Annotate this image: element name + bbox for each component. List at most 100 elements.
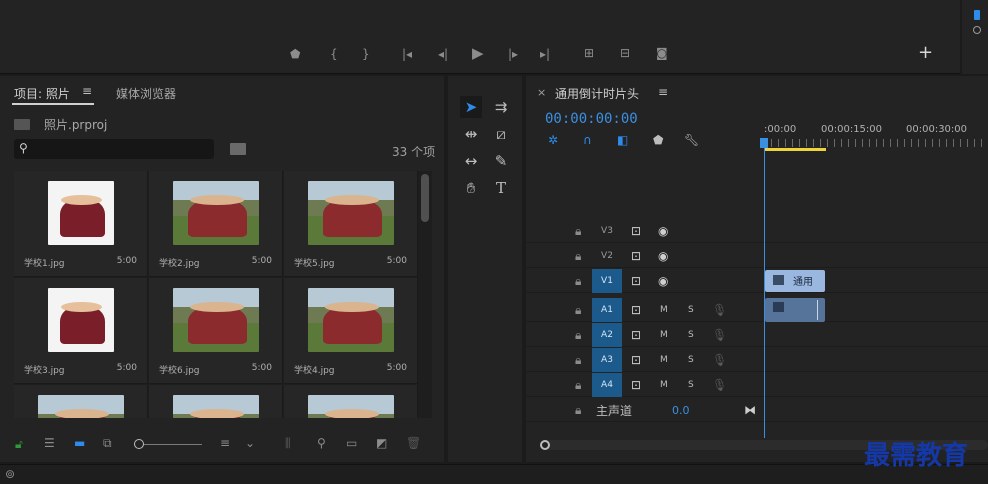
search-input[interactable]: ⚲ (14, 139, 214, 159)
toggle-sync-lock-icon[interactable]: ⊡ (631, 250, 641, 262)
new-bin-icon[interactable] (230, 143, 246, 155)
mute-button[interactable]: M (660, 305, 668, 315)
lock-icon[interactable]: 🔒︎ (575, 275, 581, 287)
new-bin-button-icon[interactable]: ▭ (346, 437, 357, 449)
eye-icon[interactable]: ◉ (658, 275, 668, 287)
sort-icon[interactable]: ≡ (220, 437, 230, 449)
work-area-bar[interactable] (764, 148, 826, 151)
out-point-icon[interactable]: } (362, 48, 370, 60)
zoom-slider-knob[interactable] (134, 439, 144, 449)
microphone-icon[interactable]: 🎙︎ (712, 304, 727, 316)
lock-icon[interactable]: 🔒︎ (575, 250, 581, 262)
media-item[interactable]: 学校1.jpg 5:00 (14, 171, 148, 277)
chevron-down-icon[interactable]: ⌄ (245, 437, 255, 449)
media-thumbnail[interactable] (48, 288, 114, 352)
project-menu-icon[interactable]: ≡ (82, 84, 92, 98)
hand-tool-icon[interactable]: ✋︎ (460, 177, 482, 199)
new-item-icon[interactable]: ◩ (376, 437, 387, 449)
toggle-sync-lock-icon[interactable]: ⊡ (631, 225, 641, 237)
audio-clip[interactable] (765, 298, 825, 322)
timecode-display[interactable]: 00:00:00:00 (545, 111, 638, 127)
export-frame-icon[interactable]: ◙ (656, 47, 668, 59)
step-forward-icon[interactable]: |▸ (508, 48, 518, 60)
playhead-handle[interactable] (760, 138, 768, 148)
lift-icon[interactable]: ⊞ (584, 47, 594, 59)
mute-button[interactable]: M (660, 330, 668, 340)
sync-icon[interactable]: ⊚ (5, 468, 15, 480)
lock-icon[interactable]: 🔒︎ (575, 404, 581, 416)
lock-icon[interactable] (974, 10, 980, 20)
media-thumbnail[interactable] (48, 181, 114, 245)
extract-icon[interactable]: ⊟ (620, 47, 630, 59)
tab-project[interactable]: 项目: 照片 (14, 85, 70, 102)
tab-media-browser[interactable]: 媒体浏览器 (116, 85, 176, 102)
scroll-knob[interactable] (540, 440, 550, 450)
grid-scrollbar[interactable] (421, 174, 429, 222)
mute-button[interactable]: M (660, 355, 668, 365)
track-name[interactable]: A4 (592, 373, 622, 397)
media-item[interactable] (284, 385, 418, 418)
list-view-icon[interactable]: ☰ (44, 437, 55, 449)
play-icon[interactable]: ▶ (472, 46, 484, 61)
eye-icon[interactable]: ◉ (658, 250, 668, 262)
track-name[interactable]: A1 (592, 298, 622, 322)
toggle-sync-lock-icon[interactable]: ⊡ (631, 379, 641, 391)
meter-knob-icon[interactable] (973, 26, 981, 34)
automate-sequence-icon[interactable]: ⫼ (285, 437, 291, 449)
find-icon[interactable]: ⚲ (317, 437, 326, 449)
type-tool-icon[interactable]: T (490, 177, 512, 199)
mute-button[interactable]: M (660, 380, 668, 390)
media-item[interactable] (149, 385, 283, 418)
pen-tool-icon[interactable]: ✎ (490, 150, 512, 172)
go-to-out-icon[interactable]: ▸| (540, 48, 550, 60)
track-name[interactable]: V3 (592, 219, 622, 243)
track-name[interactable]: V2 (592, 244, 622, 268)
toggle-sync-lock-icon[interactable]: ⊡ (631, 275, 641, 287)
track-select-tool-icon[interactable]: ⇉ (490, 96, 512, 118)
media-item[interactable]: 学校6.jpg 5:00 (149, 278, 283, 384)
in-point-icon[interactable]: { (330, 48, 338, 60)
icon-view-icon[interactable]: ▬ (74, 437, 85, 449)
selection-tool-icon[interactable]: ➤ (460, 96, 482, 118)
freeform-view-icon[interactable]: ⧉ (103, 437, 112, 449)
wrench-icon[interactable]: 🔧︎ (684, 134, 699, 146)
zoom-slider[interactable] (134, 444, 202, 445)
solo-button[interactable]: S (688, 380, 694, 390)
timeline-menu-icon[interactable]: ≡ (658, 85, 668, 99)
step-back-icon[interactable]: ◂| (438, 48, 448, 60)
track-name[interactable]: V1 (592, 269, 622, 293)
media-item[interactable]: 学校4.jpg 5:00 (284, 278, 418, 384)
solo-button[interactable]: S (688, 305, 694, 315)
media-item[interactable]: 学校2.jpg 5:00 (149, 171, 283, 277)
media-thumbnail[interactable] (308, 395, 394, 418)
lock-icon[interactable]: 🔒︎ (575, 225, 581, 237)
marker-icon[interactable]: ⬟ (290, 48, 300, 60)
trash-icon[interactable]: 🗑︎ (406, 437, 421, 449)
razor-tool-icon[interactable]: ⧄ (490, 123, 512, 145)
snap-icon[interactable]: ✲ (548, 134, 558, 146)
eye-icon[interactable]: ◉ (658, 225, 668, 237)
link-icon[interactable]: ∩ (583, 134, 592, 146)
slip-tool-icon[interactable]: ↔ (460, 150, 482, 172)
toggle-sync-lock-icon[interactable]: ⊡ (631, 354, 641, 366)
toggle-sync-lock-icon[interactable]: ⊡ (631, 304, 641, 316)
media-item[interactable] (14, 385, 148, 418)
video-clip[interactable]: 通用 (765, 270, 825, 292)
sequence-tab[interactable]: 通用倒计时片头 (555, 85, 639, 102)
microphone-icon[interactable]: 🎙︎ (712, 354, 727, 366)
toggle-sync-lock-icon[interactable]: ⊡ (631, 329, 641, 341)
solo-button[interactable]: S (688, 355, 694, 365)
add-marker-icon[interactable]: ⬟ (653, 134, 663, 146)
insert-marker-icon[interactable]: ◧ (617, 134, 628, 146)
media-thumbnail[interactable] (308, 181, 394, 245)
media-thumbnail[interactable] (173, 288, 259, 352)
track-name[interactable]: A2 (592, 323, 622, 347)
lock-icon[interactable]: 🔒︎ (575, 379, 581, 391)
close-tab-icon[interactable]: × (537, 86, 546, 99)
lock-icon[interactable]: 🔓︎ (15, 438, 23, 450)
track-name[interactable]: A3 (592, 348, 622, 372)
ripple-edit-tool-icon[interactable]: ⇹ (460, 123, 482, 145)
media-thumbnail[interactable] (173, 181, 259, 245)
master-volume[interactable]: 0.0 (672, 404, 690, 417)
microphone-icon[interactable]: 🎙︎ (712, 379, 727, 391)
